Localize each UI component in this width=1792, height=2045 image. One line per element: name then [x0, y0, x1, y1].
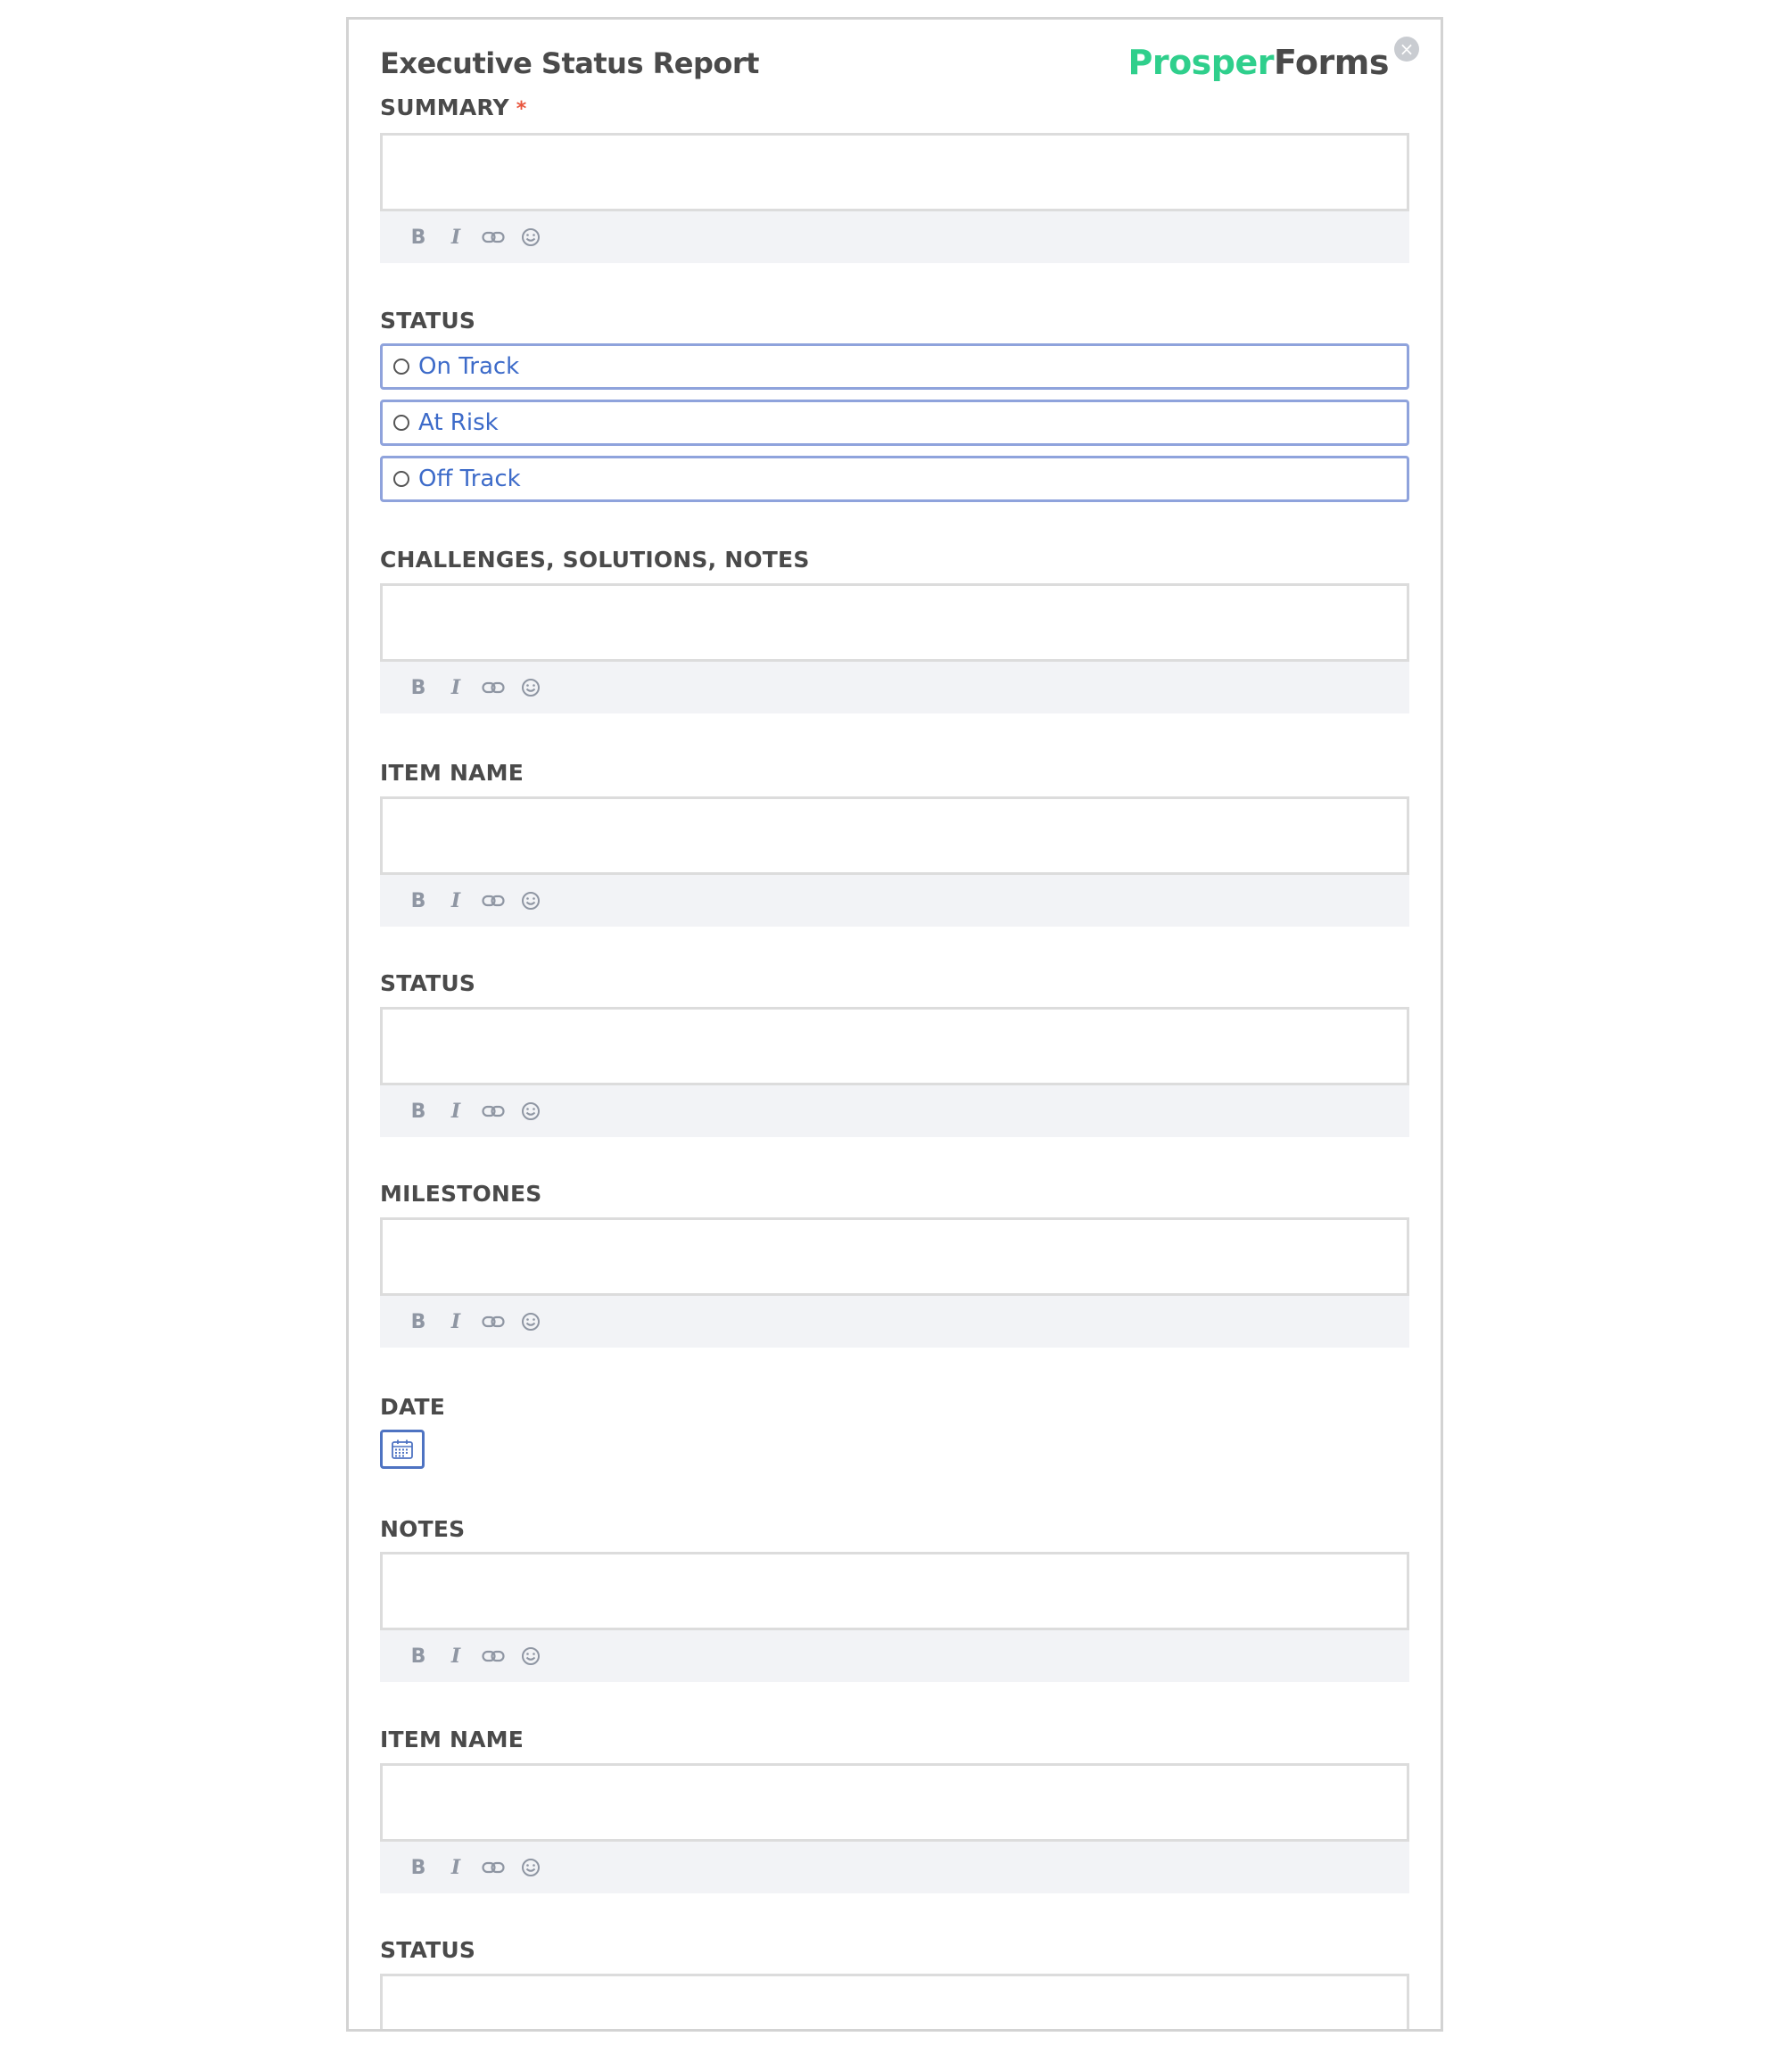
radio-at-risk[interactable]: At Risk: [380, 400, 1409, 446]
link-icon: [482, 231, 505, 243]
link-button[interactable]: [482, 887, 505, 914]
challenges-label: CHALLENGES, SOLUTIONS, NOTES: [380, 547, 810, 573]
status-label: STATUS: [380, 308, 476, 334]
emoji-button[interactable]: [519, 224, 542, 251]
item-name-editor: B I: [380, 796, 1409, 927]
smile-icon: [522, 1859, 540, 1876]
item-name-toolbar: B I: [380, 1842, 1409, 1893]
status-editor: [380, 1974, 1409, 2029]
smile-icon: [522, 1313, 540, 1331]
italic-button[interactable]: I: [444, 1098, 467, 1125]
smile-icon: [522, 228, 540, 246]
required-mark: *: [516, 98, 527, 120]
challenges-editor: B I: [380, 583, 1409, 713]
form-title: Executive Status Report: [380, 46, 759, 80]
italic-button[interactable]: I: [444, 674, 467, 701]
item-name-editor: B I: [380, 1763, 1409, 1893]
link-button[interactable]: [482, 1854, 505, 1881]
bold-button[interactable]: B: [407, 1643, 430, 1670]
radio-on-track[interactable]: On Track: [380, 343, 1409, 390]
date-label: DATE: [380, 1394, 446, 1420]
link-button[interactable]: [482, 1643, 505, 1670]
bold-button[interactable]: B: [407, 1854, 430, 1881]
item-name-toolbar: B I: [380, 875, 1409, 927]
status-editor: B I: [380, 1007, 1409, 1137]
item-name-label: ITEM NAME: [380, 1727, 524, 1752]
summary-editor: B I: [380, 133, 1409, 263]
notes-label: NOTES: [380, 1516, 466, 1542]
milestones-label: MILESTONES: [380, 1181, 542, 1207]
item-name-input[interactable]: [380, 1763, 1409, 1842]
italic-button[interactable]: I: [444, 1308, 467, 1335]
link-icon: [482, 681, 505, 694]
radio-label: On Track: [418, 353, 520, 380]
close-button[interactable]: ×: [1394, 37, 1419, 62]
brand-logo-part1: Prosper: [1127, 43, 1275, 82]
italic-button[interactable]: I: [444, 1854, 467, 1881]
emoji-button[interactable]: [519, 887, 542, 914]
bold-button[interactable]: B: [407, 1308, 430, 1335]
status-input[interactable]: [380, 1974, 1409, 2029]
notes-editor: B I: [380, 1552, 1409, 1682]
notes-input[interactable]: [380, 1552, 1409, 1630]
link-button[interactable]: [482, 674, 505, 701]
italic-button[interactable]: I: [444, 887, 467, 914]
link-icon: [482, 1861, 505, 1874]
italic-button[interactable]: I: [444, 1643, 467, 1670]
status-label: STATUS: [380, 1937, 476, 1963]
radio-circle-icon: [393, 415, 409, 431]
challenges-input[interactable]: [380, 583, 1409, 662]
radio-circle-icon: [393, 359, 409, 375]
milestones-editor: B I: [380, 1217, 1409, 1348]
smile-icon: [522, 1647, 540, 1665]
smile-icon: [522, 679, 540, 697]
radio-off-track[interactable]: Off Track: [380, 456, 1409, 502]
item-name-label: ITEM NAME: [380, 760, 524, 786]
form-card: Executive Status Report ProsperForms × S…: [346, 17, 1443, 2032]
link-button[interactable]: [482, 1098, 505, 1125]
radio-circle-icon: [393, 471, 409, 487]
link-icon: [482, 895, 505, 907]
link-icon: [482, 1105, 505, 1117]
smile-icon: [522, 892, 540, 910]
status-label: STATUS: [380, 970, 476, 996]
notes-toolbar: B I: [380, 1630, 1409, 1682]
link-icon: [482, 1315, 505, 1328]
emoji-button[interactable]: [519, 1308, 542, 1335]
radio-label: At Risk: [418, 409, 499, 436]
summary-label-text: SUMMARY: [380, 95, 509, 120]
item-name-input[interactable]: [380, 796, 1409, 875]
calendar-icon: [392, 1439, 413, 1459]
milestones-input[interactable]: [380, 1217, 1409, 1296]
smile-icon: [522, 1102, 540, 1120]
link-button[interactable]: [482, 224, 505, 251]
link-icon: [482, 1650, 505, 1662]
summary-label: SUMMARY *: [380, 95, 527, 120]
date-picker-button[interactable]: [380, 1430, 425, 1469]
milestones-toolbar: B I: [380, 1296, 1409, 1348]
emoji-button[interactable]: [519, 1643, 542, 1670]
emoji-button[interactable]: [519, 1854, 542, 1881]
bold-button[interactable]: B: [407, 1098, 430, 1125]
bold-button[interactable]: B: [407, 224, 430, 251]
status-toolbar: B I: [380, 1085, 1409, 1137]
close-icon: ×: [1399, 38, 1415, 60]
italic-button[interactable]: I: [444, 224, 467, 251]
link-button[interactable]: [482, 1308, 505, 1335]
bold-button[interactable]: B: [407, 887, 430, 914]
status-input[interactable]: [380, 1007, 1409, 1085]
emoji-button[interactable]: [519, 1098, 542, 1125]
brand-logo-part2: Forms: [1274, 43, 1389, 82]
bold-button[interactable]: B: [407, 674, 430, 701]
summary-input[interactable]: [380, 133, 1409, 211]
brand-logo: ProsperForms: [1127, 43, 1389, 82]
radio-label: Off Track: [418, 466, 521, 492]
summary-toolbar: B I: [380, 211, 1409, 263]
emoji-button[interactable]: [519, 674, 542, 701]
challenges-toolbar: B I: [380, 662, 1409, 713]
